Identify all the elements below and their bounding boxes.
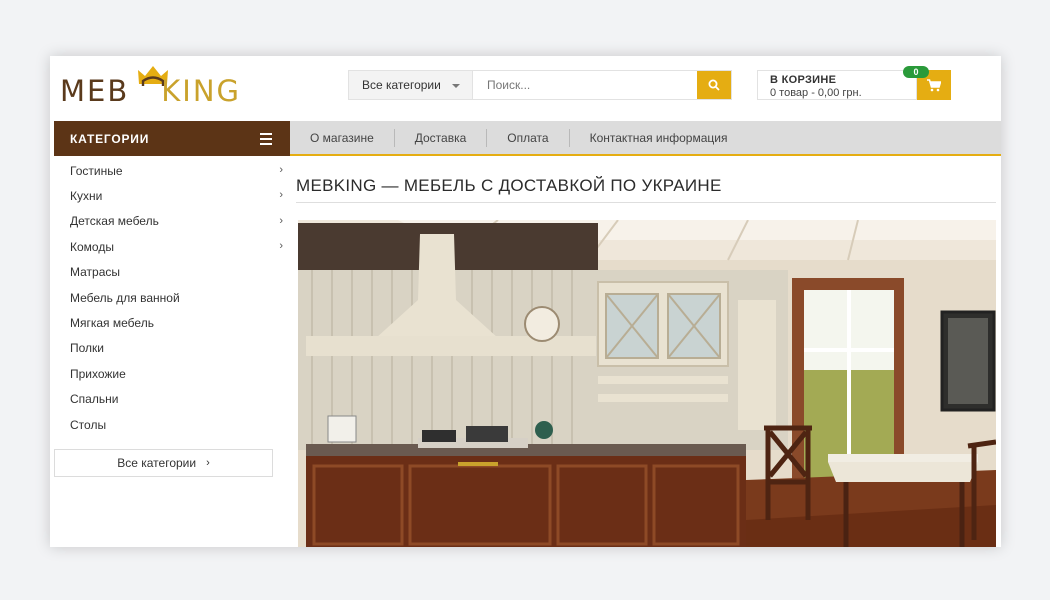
page: MEB KING Все категории В КОРЗИНЕ 0 товар … bbox=[50, 56, 1001, 547]
kitchen-illustration bbox=[298, 220, 996, 547]
hamburger-icon[interactable] bbox=[260, 133, 272, 148]
category-label: Спальни bbox=[70, 392, 119, 407]
cart-count-badge: 0 bbox=[903, 66, 929, 78]
hero-banner[interactable] bbox=[298, 220, 996, 547]
category-item[interactable]: Полки bbox=[54, 336, 290, 361]
title-divider bbox=[296, 202, 996, 203]
category-list: Гостиные › Кухни › Детская мебель › Комо… bbox=[54, 158, 290, 437]
category-item[interactable]: Комоды › bbox=[54, 234, 290, 259]
category-label: Матрасы bbox=[70, 265, 121, 280]
category-label: Полки bbox=[70, 341, 104, 356]
search-bar: Все категории bbox=[348, 70, 732, 100]
category-label: Детская мебель bbox=[70, 214, 159, 229]
caret-down-icon bbox=[452, 84, 460, 88]
category-label: Столы bbox=[70, 417, 107, 432]
nav-item-payment[interactable]: Оплата bbox=[487, 128, 570, 147]
cart-total: 0 товар - 0,00 грн. bbox=[770, 87, 862, 99]
category-label: Гостиные bbox=[70, 163, 123, 178]
chevron-right-icon: › bbox=[279, 214, 283, 227]
category-item[interactable]: Кухни › bbox=[54, 183, 290, 208]
page-title: MEBKING — МЕБЕЛЬ С ДОСТАВКОЙ ПО УКРАИНЕ bbox=[296, 176, 722, 195]
category-label: Мягкая мебель bbox=[70, 316, 154, 331]
nav-item-delivery[interactable]: Доставка bbox=[395, 128, 488, 147]
chevron-right-icon: › bbox=[279, 240, 283, 253]
cart-summary[interactable]: В КОРЗИНЕ 0 товар - 0,00 грн. bbox=[757, 70, 917, 100]
category-label: Мебель для ванной bbox=[70, 290, 180, 305]
search-input[interactable] bbox=[473, 71, 697, 99]
chevron-right-icon: › bbox=[279, 189, 283, 202]
logo-wordmark: MEB KING bbox=[60, 74, 241, 108]
top-nav: О магазине Доставка Оплата Контактная ин… bbox=[290, 121, 1001, 156]
nav-item-about[interactable]: О магазине bbox=[290, 128, 395, 147]
logo-text-meb: MEB bbox=[60, 74, 130, 108]
logo-text-king: KING bbox=[161, 74, 241, 108]
category-label: Кухни bbox=[70, 189, 103, 204]
all-categories-button[interactable]: Все категории › bbox=[54, 449, 273, 477]
category-item[interactable]: Мягкая мебель bbox=[54, 310, 290, 335]
search-icon bbox=[708, 79, 720, 91]
category-item[interactable]: Столы bbox=[54, 412, 290, 437]
categories-header[interactable]: КАТЕГОРИИ bbox=[54, 121, 290, 156]
nav-item-contacts[interactable]: Контактная информация bbox=[570, 129, 748, 147]
chevron-right-icon: › bbox=[206, 457, 210, 469]
category-item[interactable]: Спальни bbox=[54, 387, 290, 412]
category-label: Комоды bbox=[70, 239, 114, 254]
site-logo[interactable]: MEB KING bbox=[60, 62, 270, 112]
category-item[interactable]: Детская мебель › bbox=[54, 209, 290, 234]
category-item[interactable]: Гостиные › bbox=[54, 158, 290, 183]
search-category-label: Все категории bbox=[362, 78, 441, 92]
category-label: Прихожие bbox=[70, 366, 126, 381]
search-button[interactable] bbox=[697, 71, 731, 99]
category-item[interactable]: Мебель для ванной bbox=[54, 285, 290, 310]
all-categories-label: Все категории bbox=[117, 456, 197, 470]
category-item[interactable]: Прихожие bbox=[54, 361, 290, 386]
cart-title: В КОРЗИНЕ bbox=[770, 74, 837, 86]
cart-icon bbox=[927, 78, 941, 91]
search-category-select[interactable]: Все категории bbox=[349, 71, 473, 99]
categories-title: КАТЕГОРИИ bbox=[70, 131, 150, 146]
category-item[interactable]: Матрасы bbox=[54, 260, 290, 285]
chevron-right-icon: › bbox=[279, 164, 283, 176]
